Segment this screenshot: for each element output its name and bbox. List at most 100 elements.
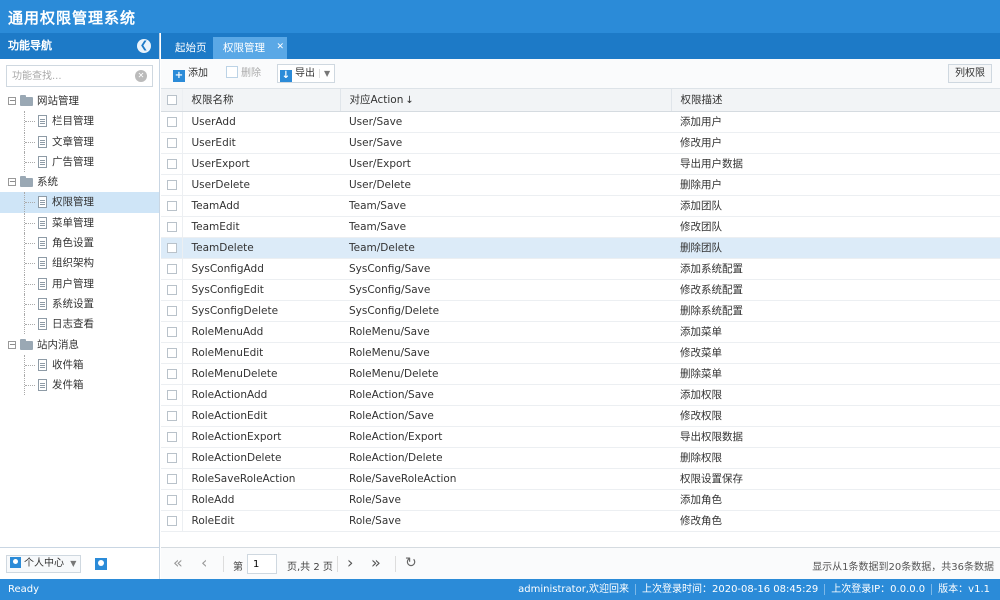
function-search-input[interactable] [7, 66, 127, 86]
tree-item[interactable]: 发件箱 [0, 375, 159, 396]
tree-item[interactable]: 角色设置 [0, 233, 159, 254]
file-icon [38, 257, 47, 270]
table-row[interactable]: TeamDelete Team/Delete 删除团队 [161, 237, 1000, 259]
file-icon [38, 115, 47, 128]
tree-item[interactable]: 栏目管理 [0, 111, 159, 132]
row-checkbox[interactable] [167, 158, 177, 169]
tree-item[interactable]: 文章管理 [0, 131, 159, 152]
tree-item[interactable]: 日志查看 [0, 314, 159, 335]
row-checkbox[interactable] [167, 452, 177, 463]
tree-item[interactable]: 系统设置 [0, 293, 159, 314]
table-row[interactable]: RoleActionDelete RoleAction/Delete 删除权限 [161, 447, 1000, 469]
row-checkbox[interactable] [167, 473, 177, 484]
table-row[interactable]: UserDelete User/Delete 删除用户 [161, 174, 1000, 196]
row-checkbox[interactable] [167, 494, 177, 505]
row-checkbox[interactable] [167, 179, 177, 190]
cell-description: 添加权限 [671, 384, 1000, 406]
tree-item[interactable]: 广告管理 [0, 151, 159, 172]
tree-item[interactable]: 组织架构 [0, 253, 159, 274]
table-row[interactable]: SysConfigAdd SysConfig/Save 添加系统配置 [161, 258, 1000, 280]
column-header-description[interactable]: 权限描述 [671, 89, 1000, 112]
row-checkbox[interactable] [167, 221, 177, 232]
row-select-cell [161, 279, 183, 301]
row-checkbox[interactable] [167, 347, 177, 358]
row-checkbox[interactable] [167, 305, 177, 316]
row-checkbox[interactable] [167, 515, 177, 526]
page-number-input[interactable] [247, 554, 277, 574]
tree-item[interactable]: 收件箱 [0, 354, 159, 375]
plus-icon: + [173, 70, 185, 82]
table-row[interactable]: RoleActionExport RoleAction/Export 导出权限数据 [161, 426, 1000, 448]
sort-arrow-icon: ↓ [405, 95, 414, 107]
tree-folder[interactable]: − 站内消息 [0, 335, 159, 355]
tree-folder[interactable]: − 网站管理 [0, 91, 159, 111]
delete-icon [226, 66, 238, 78]
table-row[interactable]: RoleMenuDelete RoleMenu/Delete 删除菜单 [161, 363, 1000, 385]
next-page-icon[interactable]: › [347, 555, 353, 571]
column-header-action[interactable]: 对应Action ↓ [340, 89, 672, 112]
column-permission-button[interactable]: 列权限 [948, 64, 992, 83]
first-page-icon[interactable]: « [173, 555, 183, 571]
tree-connector [25, 263, 35, 265]
table-row[interactable]: UserExport User/Export 导出用户数据 [161, 153, 1000, 175]
row-checkbox[interactable] [167, 389, 177, 400]
user-profile-icon[interactable] [95, 558, 107, 570]
tree-item[interactable]: 菜单管理 [0, 212, 159, 233]
table-row[interactable]: UserEdit User/Save 修改用户 [161, 132, 1000, 154]
chevron-down-icon[interactable]: ▼ [319, 69, 331, 78]
table-row[interactable]: RoleSaveRoleAction Role/SaveRoleAction 权限设… [161, 468, 1000, 490]
row-checkbox[interactable] [167, 242, 177, 253]
row-checkbox[interactable] [167, 137, 177, 148]
last-page-icon[interactable]: » [371, 555, 381, 571]
page-label: 第 [233, 562, 243, 573]
row-checkbox[interactable] [167, 263, 177, 274]
export-button[interactable]: ↓ 导出 ▼ [277, 64, 336, 83]
previous-page-icon[interactable]: ‹ [201, 555, 207, 571]
cell-permission-name: UserDelete [182, 174, 340, 196]
table-row[interactable]: TeamAdd Team/Save 添加团队 [161, 195, 1000, 217]
row-checkbox[interactable] [167, 284, 177, 295]
row-checkbox[interactable] [167, 431, 177, 442]
tree-toggle-icon[interactable]: − [8, 340, 16, 349]
row-checkbox[interactable] [167, 326, 177, 337]
table-row[interactable]: RoleEdit Role/Save 修改角色 [161, 510, 1000, 532]
row-checkbox[interactable] [167, 410, 177, 421]
tab-home[interactable]: 起始页 [165, 37, 217, 59]
tab-permission-management[interactable]: 权限管理 ✕ [213, 37, 287, 59]
refresh-icon[interactable]: ↻ [405, 555, 417, 571]
row-checkbox[interactable] [167, 368, 177, 379]
row-checkbox[interactable] [167, 116, 177, 127]
row-select-cell [161, 174, 183, 196]
file-icon [38, 297, 47, 310]
select-all-checkbox[interactable] [167, 94, 177, 105]
sidebar: 功能导航 ❮ ✕ − 网站管理栏目管理文章管理广告管理 − 系统权限管理菜单管理角色设… [0, 33, 160, 579]
row-select-cell [161, 510, 183, 532]
clear-search-icon[interactable]: ✕ [135, 70, 147, 82]
cell-permission-name: UserEdit [182, 132, 340, 154]
permission-table: 权限名称 对应Action ↓ 权限描述 UserAdd User/Save 添加用户… [161, 89, 1000, 532]
tree-toggle-icon[interactable]: − [8, 178, 16, 187]
close-icon[interactable]: ✕ [276, 36, 284, 58]
tab-bar: 起始页 权限管理 ✕ [161, 33, 1000, 59]
table-row[interactable]: RoleMenuAdd RoleMenu/Save 添加菜单 [161, 321, 1000, 343]
tree-item[interactable]: 用户管理 [0, 273, 159, 294]
table-row[interactable]: RoleActionAdd RoleAction/Save 添加权限 [161, 384, 1000, 406]
user-center-button[interactable]: 个人中心 ▼ [6, 555, 82, 573]
tree-folder[interactable]: − 系统 [0, 172, 159, 192]
cell-permission-name: TeamAdd [182, 195, 340, 217]
table-row[interactable]: UserAdd User/Save 添加用户 [161, 111, 1000, 133]
table-row[interactable]: TeamEdit Team/Save 修改团队 [161, 216, 1000, 238]
tree-item[interactable]: 权限管理 [0, 192, 159, 213]
row-select-cell [161, 489, 183, 511]
collapse-sidebar-icon[interactable]: ❮ [137, 39, 151, 53]
table-row[interactable]: RoleAdd Role/Save 添加角色 [161, 489, 1000, 511]
table-row[interactable]: RoleMenuEdit RoleMenu/Save 修改菜单 [161, 342, 1000, 364]
table-row[interactable]: SysConfigDelete SysConfig/Delete 删除系统配置 [161, 300, 1000, 322]
add-button[interactable]: + 添加 [173, 65, 208, 83]
table-row[interactable]: SysConfigEdit SysConfig/Save 修改系统配置 [161, 279, 1000, 301]
column-header-name[interactable]: 权限名称 [182, 89, 341, 112]
table-row[interactable]: RoleActionEdit RoleAction/Save 修改权限 [161, 405, 1000, 427]
row-checkbox[interactable] [167, 200, 177, 211]
tree-toggle-icon[interactable]: − [8, 97, 16, 105]
delete-button[interactable]: 删除 [226, 65, 261, 83]
